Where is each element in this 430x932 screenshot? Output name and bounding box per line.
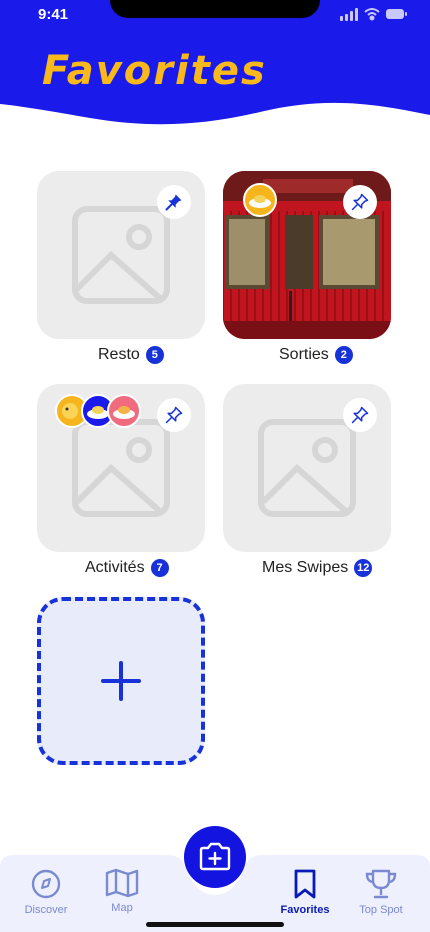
pin-outline-icon — [351, 406, 369, 424]
card-label-activites: Activités 7 — [85, 557, 169, 579]
bookmark-icon — [294, 869, 316, 899]
card-title: Sorties — [279, 346, 329, 363]
home-indicator — [146, 922, 284, 927]
food-dish-icon — [113, 406, 135, 419]
avatar — [107, 394, 141, 428]
card-title: Activités — [85, 559, 145, 576]
image-placeholder-icon — [72, 206, 170, 304]
tab-label: Discover — [24, 904, 68, 916]
pin-button[interactable] — [343, 398, 377, 432]
card-title: Resto — [98, 346, 140, 363]
camera-add-button[interactable] — [184, 826, 246, 888]
pin-button[interactable] — [157, 398, 191, 432]
pin-filled-icon — [165, 194, 182, 211]
tab-discover[interactable]: Discover — [11, 868, 81, 916]
device-notch — [110, 0, 320, 18]
tab-favorites[interactable]: Favorites — [270, 868, 340, 916]
tab-top-spot[interactable]: Top Spot — [346, 868, 416, 916]
pin-button[interactable] — [343, 185, 377, 219]
count-badge: 12 — [354, 559, 373, 577]
avatar — [243, 183, 277, 217]
signal-icon — [340, 8, 358, 21]
count-badge: 7 — [150, 559, 169, 577]
favorites-card-mes-swipes[interactable] — [223, 384, 391, 552]
status-icons — [340, 8, 407, 21]
image-placeholder-icon — [258, 419, 356, 517]
card-label-resto: Resto 5 — [98, 344, 164, 366]
tab-label: Map — [111, 902, 133, 914]
pin-outline-icon — [165, 406, 183, 424]
map-icon — [105, 868, 139, 898]
card-label-mes-swipes: Mes Swipes 12 — [262, 557, 373, 579]
pin-outline-icon — [351, 193, 369, 211]
pin-button[interactable] — [157, 185, 191, 219]
favorites-card-resto[interactable] — [37, 171, 205, 339]
camera-plus-icon — [199, 842, 231, 871]
battery-icon — [386, 9, 407, 19]
image-placeholder-icon — [72, 419, 170, 517]
trophy-icon — [365, 869, 397, 899]
card-label-sorties: Sorties 2 — [279, 344, 353, 366]
favorites-card-sorties[interactable] — [223, 171, 391, 339]
plus-icon — [101, 661, 141, 701]
tab-label: Top Spot — [359, 904, 403, 916]
add-collection-button[interactable] — [37, 597, 205, 765]
count-badge: 5 — [145, 346, 164, 364]
compass-icon — [31, 869, 61, 899]
status-time: 9:41 — [38, 6, 69, 23]
tab-map[interactable]: Map — [87, 868, 157, 914]
tab-label: Favorites — [280, 904, 330, 916]
wifi-icon — [364, 8, 380, 21]
count-badge: 2 — [334, 346, 353, 364]
food-dish-icon — [249, 195, 271, 208]
card-title: Mes Swipes — [262, 559, 349, 576]
favorites-card-activites[interactable] — [37, 384, 205, 552]
page-title: Favorites — [42, 48, 267, 94]
